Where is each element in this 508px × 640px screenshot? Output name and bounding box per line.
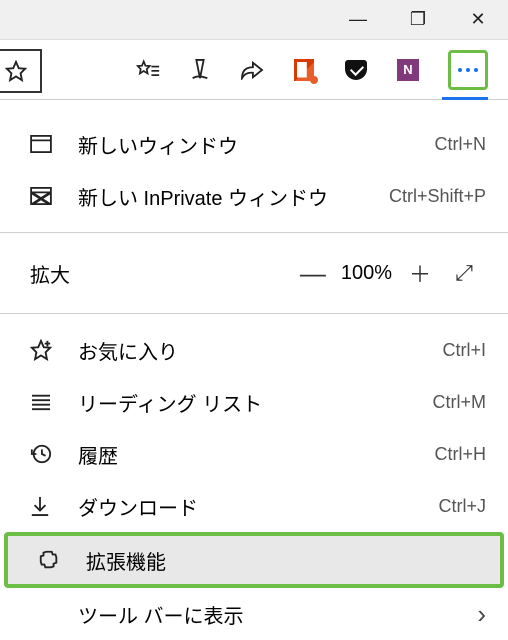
share-button[interactable] xyxy=(240,58,264,82)
star-add-icon xyxy=(30,339,60,361)
menu-label: ダウンロード xyxy=(78,492,438,521)
favorite-toggle-button[interactable] xyxy=(0,49,42,93)
shortcut-text: Ctrl+Shift+P xyxy=(389,186,486,207)
extensions-icon xyxy=(38,549,68,571)
office-button[interactable] xyxy=(292,58,316,82)
more-icon xyxy=(456,67,480,73)
zoom-out-button[interactable]: — xyxy=(291,258,335,289)
inprivate-icon xyxy=(30,187,60,205)
chevron-right-icon: › xyxy=(477,599,486,630)
menu-label: ツール バーに表示 xyxy=(78,600,477,629)
favorites-list-button[interactable] xyxy=(136,58,160,82)
maximize-icon: ❐ xyxy=(410,9,426,30)
zoom-value: 100% xyxy=(335,262,398,285)
menu-divider xyxy=(0,313,508,314)
menu-label: 拡張機能 xyxy=(86,546,478,575)
menu-item-new-window[interactable]: 新しいウィンドウ Ctrl+N xyxy=(0,118,508,170)
menu-item-extensions[interactable]: 拡張機能 xyxy=(4,532,504,588)
web-note-button[interactable] xyxy=(188,58,212,82)
minimize-icon: — xyxy=(349,9,367,30)
maximize-button[interactable]: ❐ xyxy=(388,0,448,40)
more-menu-button[interactable] xyxy=(448,50,488,90)
menu-item-show-in-toolbar[interactable]: ツール バーに表示 › xyxy=(0,588,508,640)
active-indicator xyxy=(442,97,488,100)
shortcut-text: Ctrl+H xyxy=(434,444,486,465)
onenote-button[interactable] xyxy=(396,58,420,82)
menu-label: お気に入り xyxy=(78,336,442,365)
history-icon xyxy=(30,443,60,465)
pocket-icon xyxy=(345,60,367,80)
menu-item-reading-list[interactable]: リーディング リスト Ctrl+M xyxy=(0,376,508,428)
menu-item-history[interactable]: 履歴 Ctrl+H xyxy=(0,428,508,480)
menu-label: 新しい InPrivate ウィンドウ xyxy=(78,182,389,211)
zoom-in-button[interactable]: ＋ xyxy=(398,257,442,289)
shortcut-text: Ctrl+M xyxy=(433,392,487,413)
menu-label: 新しいウィンドウ xyxy=(78,130,434,159)
settings-menu: 新しいウィンドウ Ctrl+N 新しい InPrivate ウィンドウ Ctrl… xyxy=(0,100,508,640)
browser-toolbar xyxy=(0,40,508,100)
pocket-button[interactable] xyxy=(344,58,368,82)
minimize-button[interactable]: — xyxy=(328,0,388,40)
window-icon xyxy=(30,135,60,153)
menu-item-downloads[interactable]: ダウンロード Ctrl+J xyxy=(0,480,508,532)
close-icon: ✕ xyxy=(470,9,485,30)
fullscreen-button[interactable]: ⤢ xyxy=(442,260,486,286)
menu-item-favorites[interactable]: お気に入り Ctrl+I xyxy=(0,324,508,376)
star-icon xyxy=(4,59,28,83)
notification-dot-icon xyxy=(310,76,318,84)
menu-item-new-inprivate[interactable]: 新しい InPrivate ウィンドウ Ctrl+Shift+P xyxy=(0,170,508,222)
shortcut-text: Ctrl+N xyxy=(434,134,486,155)
close-button[interactable]: ✕ xyxy=(448,0,508,40)
shortcut-text: Ctrl+I xyxy=(442,340,486,361)
zoom-label: 拡大 xyxy=(30,259,291,288)
window-controls-bar: — ❐ ✕ xyxy=(0,0,508,40)
menu-label: リーディング リスト xyxy=(78,388,433,417)
download-icon xyxy=(30,495,60,517)
menu-label: 履歴 xyxy=(78,440,434,469)
shortcut-text: Ctrl+J xyxy=(438,496,486,517)
reading-list-icon xyxy=(30,393,60,411)
menu-divider xyxy=(0,232,508,233)
zoom-row: 拡大 — 100% ＋ ⤢ xyxy=(0,243,508,303)
onenote-icon xyxy=(397,59,419,81)
